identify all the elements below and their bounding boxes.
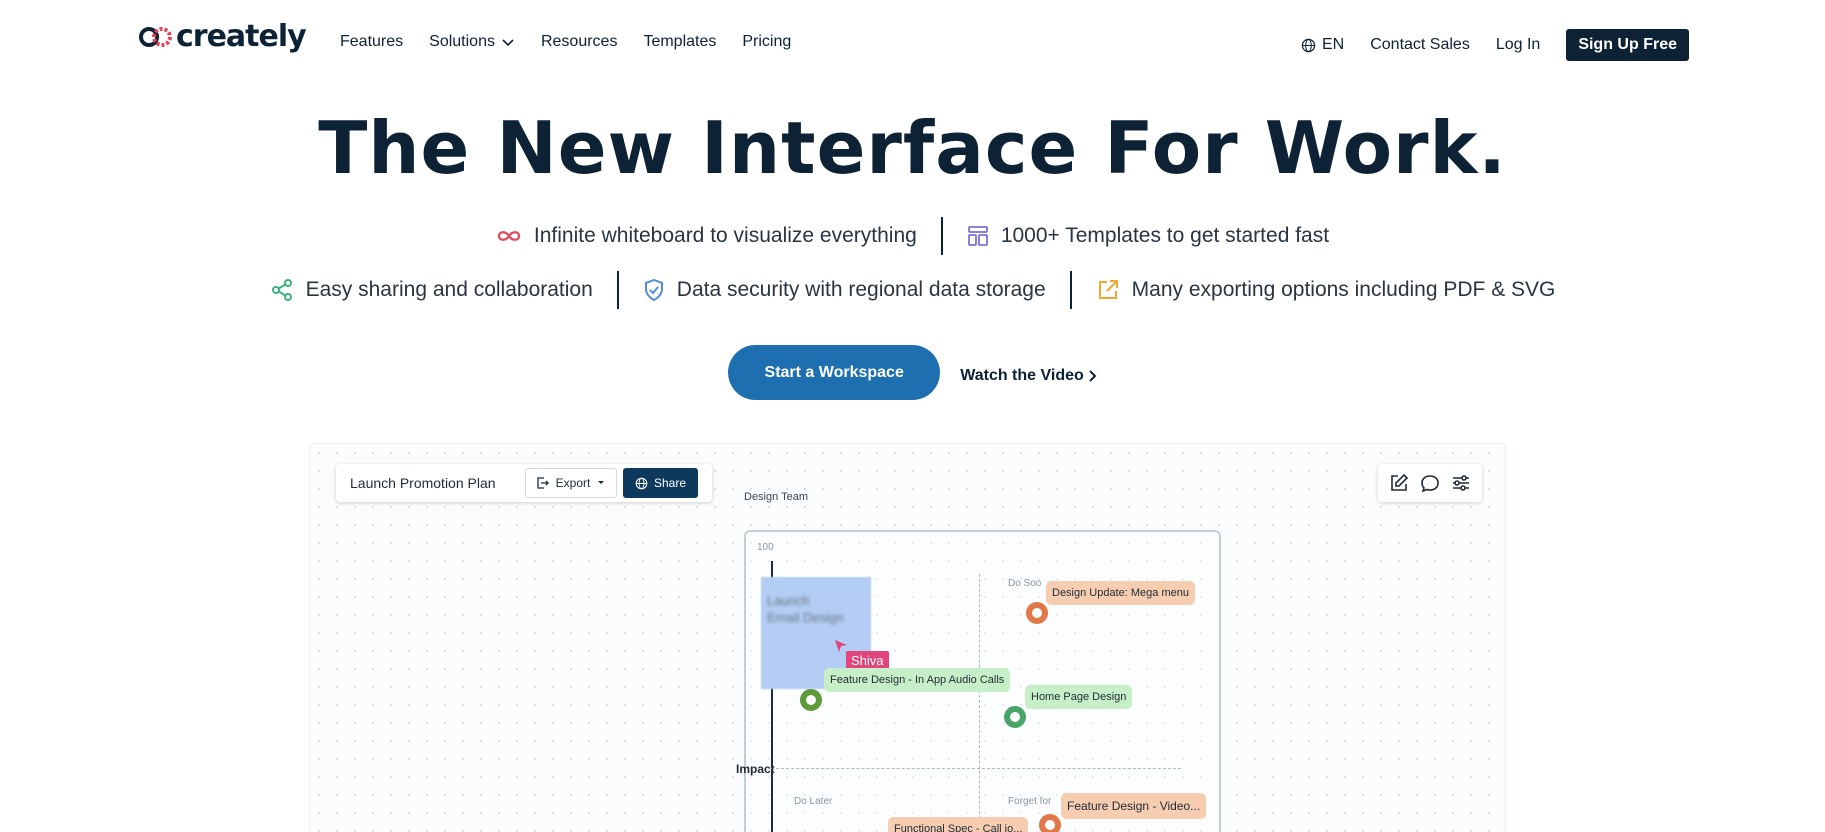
feature-whiteboard-text: Infinite whiteboard to visualize everyth…	[533, 224, 917, 247]
frame-label: Design Team	[744, 491, 808, 503]
quadrant-divider-horizontal	[771, 768, 1181, 769]
quadrant-label-bottom-left: Do Later	[794, 796, 833, 807]
features-row-1: Infinite whiteboard to visualize everyth…	[0, 217, 1825, 255]
nav-right: EN Contact Sales Log In Sign Up Free	[1275, 29, 1689, 61]
nav-link-solutions-label: Solutions	[429, 33, 495, 50]
canvas-tools	[1378, 464, 1482, 502]
feature-divider	[1069, 271, 1072, 309]
document-toolbar: Launch Promotion Plan Export Share	[336, 464, 712, 502]
feature-export-text: Many exporting options including PDF & S…	[1131, 278, 1556, 301]
start-workspace-button[interactable]: Start a Workspace	[728, 345, 941, 400]
globe-icon	[635, 477, 648, 489]
sticky-note-text: Launch Email Design	[767, 592, 844, 626]
globe-icon	[1301, 38, 1316, 52]
task-card[interactable]: Home Page Design	[1025, 685, 1133, 709]
feature-templates-text: 1000+ Templates to get started fast	[1000, 224, 1330, 247]
task-card[interactable]: Feature Design - In App Audio Calls	[824, 668, 1011, 692]
sticky-note-line-2: Email Design	[767, 610, 844, 625]
export-label: Export	[555, 476, 591, 490]
cta-group: Start a Workspace Watch the Video	[0, 345, 1825, 400]
task-card[interactable]: Feature Design - Video...	[1061, 793, 1207, 819]
feature-sharing: Easy sharing and collaboration	[270, 278, 593, 302]
task-marker[interactable]	[1039, 814, 1061, 832]
feature-export: Many exporting options including PDF & S…	[1096, 278, 1556, 302]
watch-video-link[interactable]: Watch the Video	[960, 361, 1097, 385]
axis-label: Impact	[736, 762, 775, 776]
hero-headline: The New Interface For Work.	[318, 106, 1507, 190]
app-preview: Launch Promotion Plan Export Share Desig…	[309, 443, 1506, 832]
login-link[interactable]: Log In	[1496, 36, 1540, 54]
infinity-icon	[497, 231, 521, 241]
caret-down-icon	[598, 481, 605, 484]
features-row-2: Easy sharing and collaboration Data secu…	[0, 271, 1825, 309]
nav-link-resources[interactable]: Resources	[541, 33, 617, 51]
top-nav: creately Features Solutions Resources Te…	[0, 0, 1825, 84]
quadrant-label-top-right: Do Soo	[1008, 578, 1042, 589]
settings-sliders-icon[interactable]	[1451, 473, 1471, 493]
shield-icon	[644, 278, 663, 302]
creately-logo[interactable]: creately	[138, 19, 307, 54]
quadrant-label-bottom-right: Forget for	[1008, 796, 1052, 807]
feature-security: Data security with regional data storage	[643, 278, 1046, 302]
task-marker[interactable]	[1026, 602, 1048, 624]
chevron-right-icon	[1089, 369, 1097, 382]
contact-sales-link[interactable]: Contact Sales	[1370, 36, 1470, 54]
comment-icon[interactable]	[1420, 473, 1440, 493]
nav-link-pricing[interactable]: Pricing	[742, 33, 791, 51]
nav-link-features[interactable]: Features	[340, 33, 403, 51]
feature-divider	[616, 271, 619, 309]
share-icon	[271, 279, 292, 301]
quadrant-divider-vertical	[979, 574, 980, 832]
templates-icon	[967, 226, 988, 246]
feature-whiteboard: Infinite whiteboard to visualize everyth…	[496, 224, 917, 248]
sticky-note-line-1: Launch	[767, 593, 810, 608]
feature-sharing-text: Easy sharing and collaboration	[305, 278, 593, 301]
export-doc-icon	[537, 477, 549, 489]
nav-link-templates[interactable]: Templates	[643, 33, 716, 51]
edit-icon[interactable]	[1389, 473, 1409, 493]
export-button[interactable]: Export	[525, 468, 617, 498]
signup-button[interactable]: Sign Up Free	[1566, 29, 1689, 61]
feature-templates: 1000+ Templates to get started fast	[967, 224, 1329, 248]
logo-mark-icon	[139, 27, 172, 47]
share-button[interactable]: Share	[623, 468, 698, 498]
task-card[interactable]: Functional Spec - Call jo...	[888, 817, 1029, 832]
feature-security-text: Data security with regional data storage	[676, 278, 1046, 301]
export-icon	[1098, 280, 1118, 299]
language-selector[interactable]: EN	[1301, 36, 1344, 54]
nav-link-solutions[interactable]: Solutions	[429, 33, 515, 51]
task-marker[interactable]	[1004, 706, 1026, 728]
task-marker[interactable]	[800, 689, 822, 711]
document-title[interactable]: Launch Promotion Plan	[350, 475, 525, 491]
axis-max-label: 100	[757, 542, 774, 553]
chevron-down-icon	[502, 39, 514, 47]
nav-links: Features Solutions Resources Templates P…	[340, 33, 817, 51]
watch-video-label: Watch the Video	[960, 366, 1084, 384]
task-card[interactable]: Design Update: Mega menu	[1046, 581, 1195, 605]
logo-text: creately	[176, 19, 307, 54]
feature-divider	[940, 217, 943, 255]
language-label: EN	[1321, 36, 1345, 53]
share-label: Share	[653, 476, 687, 490]
